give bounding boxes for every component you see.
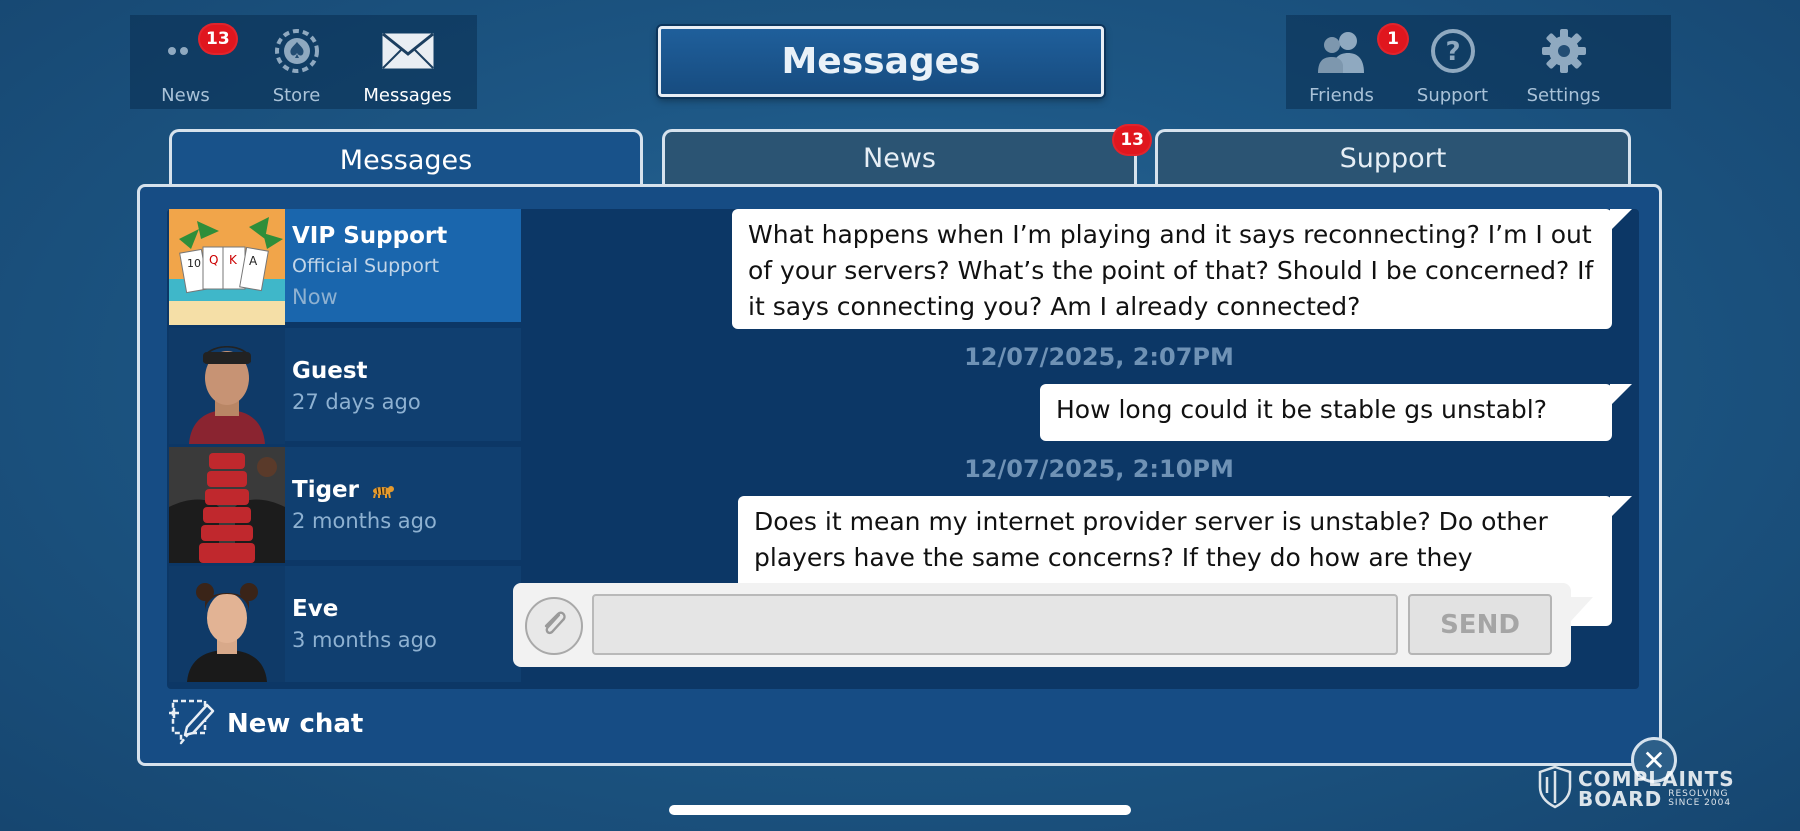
watermark-line2: BOARD [1578, 787, 1663, 811]
tab-messages-label: Messages [339, 145, 473, 176]
svg-text:?: ? [1445, 37, 1460, 67]
question-icon: ? [1423, 27, 1483, 75]
new-chat-label: New chat [227, 709, 364, 739]
tab-support[interactable]: Support [1155, 129, 1631, 185]
nav-store-label: Store [272, 85, 321, 106]
paperclip-icon [539, 607, 569, 645]
tab-news[interactable]: News 13 [662, 124, 1152, 185]
contact-time: 3 months ago [292, 628, 437, 652]
tab-messages[interactable]: Messages [169, 129, 643, 189]
svg-text:A: A [249, 254, 258, 268]
nav-news-label: News [161, 85, 210, 106]
send-button[interactable]: SEND [1408, 594, 1552, 655]
svg-text:K: K [229, 253, 238, 267]
envelope-icon [378, 27, 438, 75]
nav-messages-label: Messages [363, 85, 452, 106]
tab-news-badge: 13 [1112, 124, 1152, 156]
nav-settings[interactable]: Settings [1508, 15, 1619, 109]
nav-settings-label: Settings [1526, 85, 1601, 106]
svg-text:Q: Q [209, 253, 218, 267]
message-timestamp: 12/07/2025, 2:10PM [964, 455, 1234, 483]
top-nav-left: 13 News Store Messages [130, 15, 477, 109]
contact-name: Eve [292, 596, 339, 622]
tab-support-label: Support [1339, 143, 1447, 174]
avatar-guest [169, 328, 285, 444]
svg-text:10: 10 [187, 257, 201, 270]
watermark-line1: COMPLAINTS [1578, 767, 1735, 791]
watermark-text: COMPLAINTS BOARD RESOLVING SINCE 2004 [1578, 769, 1735, 809]
spade-chip-icon [267, 27, 327, 75]
nav-support[interactable]: ? Support [1397, 15, 1508, 109]
gear-icon [1534, 27, 1594, 75]
contact-time: 27 days ago [292, 390, 421, 414]
tiger-icon [371, 478, 395, 504]
contact-name: Guest [292, 358, 368, 384]
contact-vip-support[interactable]: Q K A 10 VIP Support Official Support No… [169, 209, 535, 325]
contact-tiger[interactable]: Tiger 2 months ago [169, 447, 521, 563]
messages-panel: Q K A 10 VIP Support Official Support No… [137, 184, 1662, 766]
message-timestamp: 12/07/2025, 2:07PM [964, 343, 1234, 371]
top-nav-right: 1 Friends ? Support Settings [1286, 15, 1671, 109]
nav-friends-label: Friends [1309, 85, 1374, 106]
avatar-tiger [169, 447, 285, 563]
contact-name: Tiger [292, 477, 395, 504]
contact-eve[interactable]: Eve 3 months ago [169, 566, 521, 682]
new-chat-button[interactable]: New chat [167, 695, 363, 753]
complaintsboard-watermark: COMPLAINTS BOARD RESOLVING SINCE 2004 [1538, 764, 1735, 814]
message-bubble: What happens when I’m playing and it say… [732, 209, 1632, 329]
contact-name-text: Tiger [292, 477, 359, 503]
home-indicator [669, 805, 1131, 815]
contact-time: Now [292, 285, 338, 309]
message-bubble: How long could it be stable gs unstabl? [1040, 384, 1632, 441]
contact-time: 2 months ago [292, 509, 437, 533]
nav-friends[interactable]: 1 Friends [1286, 15, 1409, 109]
friends-icon [1312, 27, 1372, 75]
contact-guest[interactable]: Guest 27 days ago [169, 328, 521, 444]
tab-news-label: News [863, 143, 936, 174]
contact-name: VIP Support [292, 223, 448, 249]
message-input[interactable] [592, 594, 1398, 655]
nav-messages[interactable]: Messages [352, 15, 463, 109]
nav-store[interactable]: Store [241, 15, 352, 109]
page-title: Messages [658, 26, 1104, 97]
watermark-tag2: SINCE 2004 [1668, 798, 1732, 808]
attach-button[interactable] [525, 597, 583, 655]
nav-news[interactable]: 13 News [130, 15, 241, 109]
nav-support-label: Support [1416, 85, 1489, 106]
contact-list: Q K A 10 VIP Support Official Support No… [167, 209, 535, 689]
contact-subtitle: Official Support [292, 255, 440, 277]
avatar-eve [169, 566, 285, 682]
shield-icon [1538, 765, 1572, 813]
news-badge: 13 [198, 23, 238, 55]
compose-icon [167, 697, 215, 751]
compose-bar: SEND [513, 583, 1593, 667]
avatar-vip-support: Q K A 10 [169, 209, 285, 325]
